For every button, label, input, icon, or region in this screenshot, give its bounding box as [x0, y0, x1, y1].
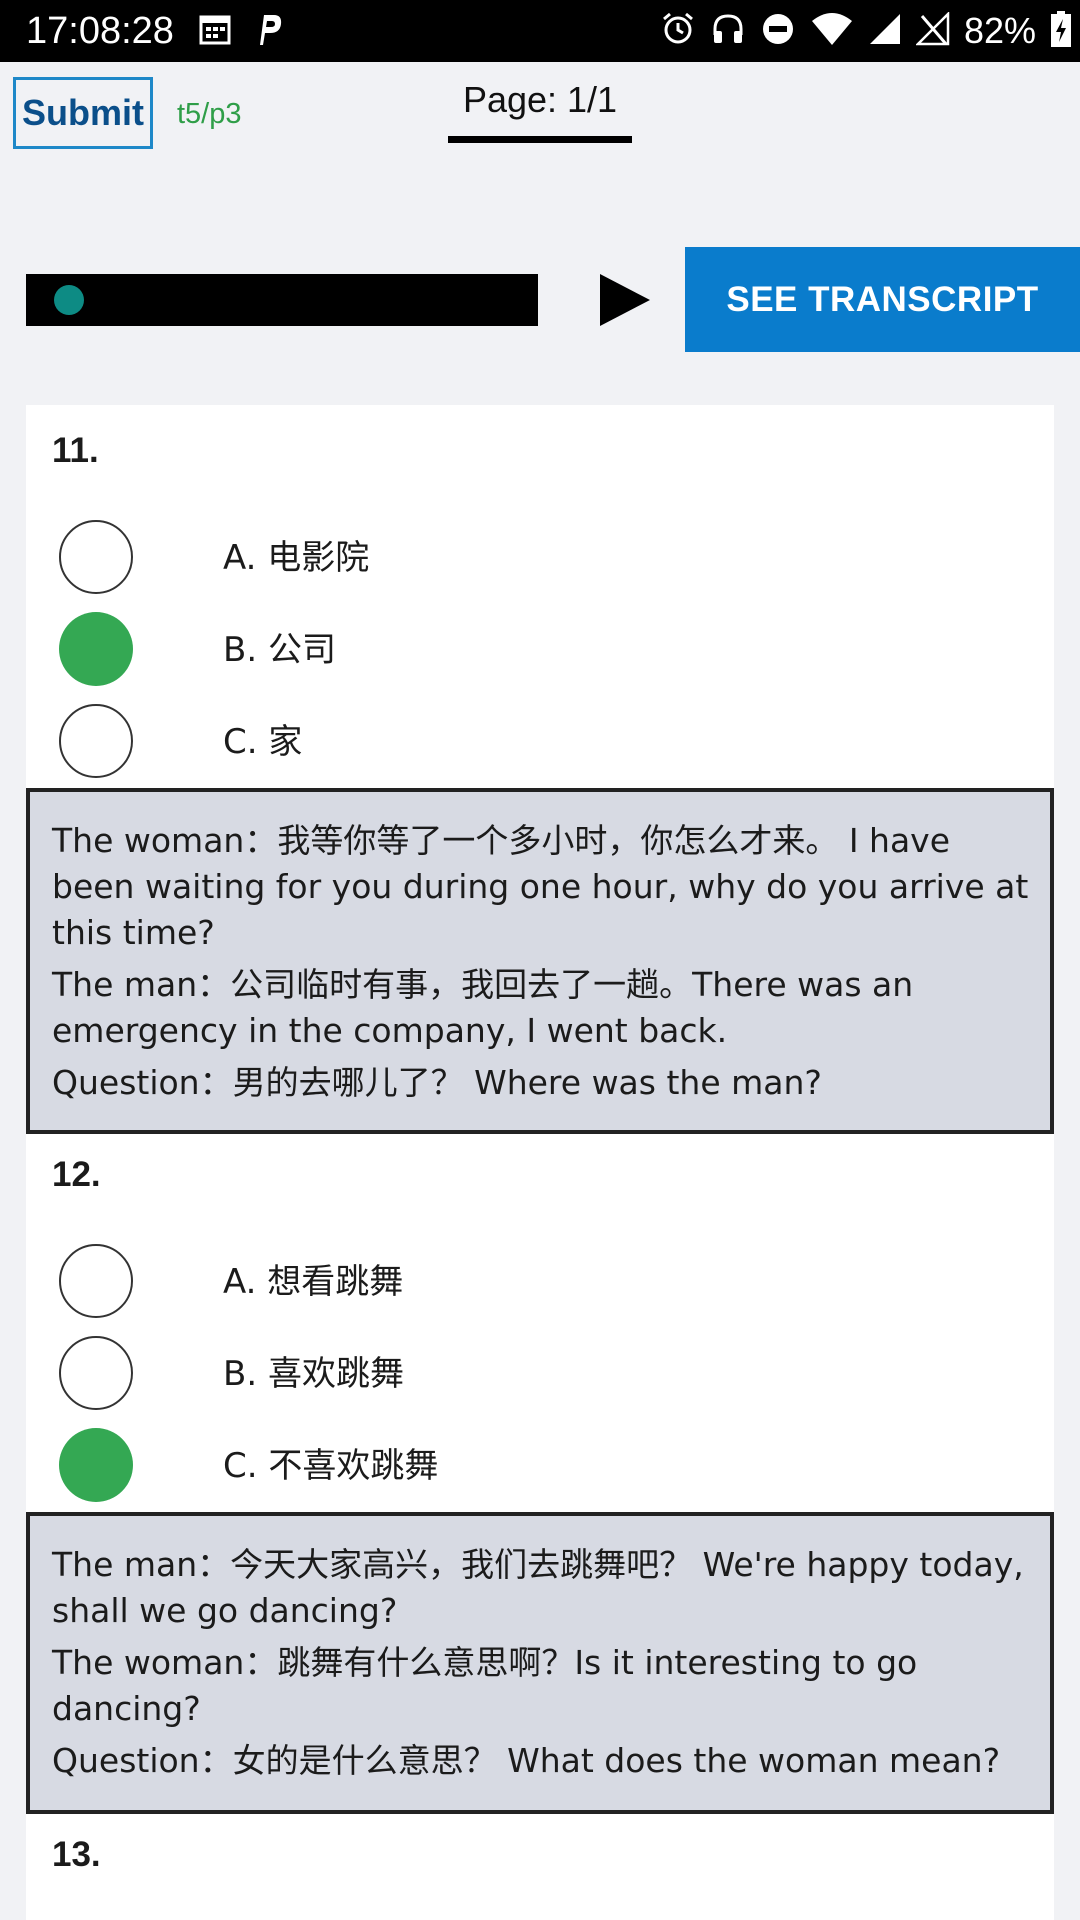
parking-icon: [254, 11, 284, 51]
option-row[interactable]: B. 喜欢跳舞: [59, 1336, 959, 1414]
question-number: 12.: [52, 1155, 101, 1194]
transcript-box: The woman：我等你等了一个多小时，你怎么才来。 I have been …: [26, 788, 1054, 1134]
option-label: A. 电影院: [223, 538, 370, 578]
transcript-line: The man：今天大家高兴，我们去跳舞吧？ We're happy today…: [52, 1545, 1024, 1630]
play-button[interactable]: [598, 272, 652, 328]
transcript-line: The woman：我等你等了一个多小时，你怎么才来。 I have been …: [52, 821, 1029, 952]
option-label: B. 喜欢跳舞: [223, 1354, 404, 1394]
transcript-line: Question：女的是什么意思？ What does the woman me…: [52, 1741, 1001, 1780]
headset-icon: [710, 11, 746, 51]
status-time: 17:08:28: [26, 10, 174, 52]
audio-progress-bar[interactable]: [26, 274, 538, 326]
radio-button-selected[interactable]: [59, 612, 133, 686]
radio-button[interactable]: [59, 520, 133, 594]
option-label: B. 公司: [223, 630, 336, 670]
radio-button[interactable]: [59, 1244, 133, 1318]
calendar-icon: [198, 12, 232, 50]
question-number: 11.: [52, 431, 99, 470]
questions-card: 11. A. 电影院 B. 公司 C. 家 The woman：我等你等了一个多…: [26, 405, 1054, 1920]
wifi-icon: [810, 11, 854, 51]
option-row[interactable]: A. 电影院: [59, 520, 959, 598]
alarm-icon: [660, 11, 696, 51]
page-underline: [448, 136, 632, 143]
audio-progress-knob[interactable]: [54, 285, 84, 315]
option-label: C. 家: [223, 722, 303, 762]
page-indicator: Page: 1/1: [462, 79, 618, 120]
transcript-line: The man：公司临时有事，我回去了一趟。There was an emerg…: [52, 965, 914, 1050]
option-label: C. 不喜欢跳舞: [223, 1446, 439, 1486]
signal-icon: [868, 12, 902, 50]
do-not-disturb-icon: [760, 11, 796, 51]
option-row[interactable]: C. 家: [59, 704, 959, 782]
play-icon: [600, 274, 650, 326]
option-label: A. 想看跳舞: [223, 1262, 404, 1302]
battery-percent: 82%: [963, 10, 1036, 51]
status-bar: 17:08:28 82%: [0, 0, 1080, 62]
see-transcript-button[interactable]: SEE TRANSCRIPT: [685, 247, 1080, 352]
status-right: 82%: [660, 8, 1072, 54]
radio-button-selected[interactable]: [59, 1428, 133, 1502]
transcript-box: The man：今天大家高兴，我们去跳舞吧？ We're happy today…: [26, 1512, 1054, 1814]
option-row[interactable]: A. 想看跳舞: [59, 1244, 959, 1322]
radio-button[interactable]: [59, 704, 133, 778]
no-signal-icon: [914, 10, 950, 50]
transcript-line: Question：男的去哪儿了？ Where was the man?: [52, 1063, 822, 1102]
option-row[interactable]: C. 不喜欢跳舞: [59, 1428, 959, 1506]
radio-button[interactable]: [59, 1336, 133, 1410]
submit-button[interactable]: Submit: [13, 77, 153, 149]
question-number: 13.: [52, 1835, 101, 1874]
battery-charging-icon: [1050, 10, 1072, 52]
status-left-icons: [198, 12, 284, 50]
transcript-line: The woman：跳舞有什么意思啊？Is it interesting to …: [52, 1643, 918, 1728]
test-code: t5/p3: [177, 98, 242, 130]
option-row[interactable]: B. 公司: [59, 612, 959, 690]
